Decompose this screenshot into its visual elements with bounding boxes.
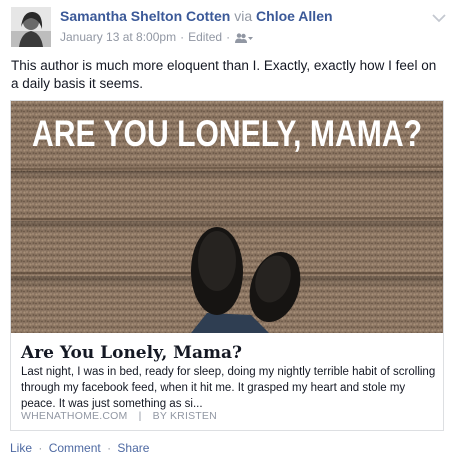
action-separator: · (38, 441, 43, 455)
feed-post: Samantha Shelton Cotten via Chloe Allen … (0, 0, 456, 464)
share-link[interactable]: Share (117, 441, 149, 455)
action-separator: · (107, 441, 112, 455)
post-meta: January 13 at 8:00pm · Edited · (60, 30, 254, 44)
chevron-down-icon[interactable] (432, 10, 446, 23)
link-byline[interactable]: BY KRISTEN (153, 410, 217, 422)
post-header: Samantha Shelton Cotten via Chloe Allen (60, 8, 333, 24)
link-description: Last night, I was in bed, ready for slee… (21, 366, 436, 410)
comment-link[interactable]: Comment (49, 441, 101, 455)
like-link[interactable]: Like (10, 441, 32, 455)
author-avatar[interactable] (11, 7, 51, 47)
link-title[interactable]: Are You Lonely, Mama? (21, 343, 242, 363)
via-name-link[interactable]: Chloe Allen (256, 8, 333, 24)
source-separator: | (138, 410, 142, 422)
post-timestamp[interactable]: January 13 at 8:00pm (60, 30, 176, 44)
via-label: via (234, 8, 253, 24)
link-preview-card[interactable]: ARE YOU LONELY, MAMA? Are You Lonely, Ma… (10, 100, 444, 431)
post-actions: Like · Comment · Share (10, 441, 149, 455)
link-domain: WHENATHOME.COM (21, 410, 128, 422)
author-name-link[interactable]: Samantha Shelton Cotten (60, 8, 230, 24)
friends-icon[interactable] (235, 32, 254, 43)
link-preview-image[interactable]: ARE YOU LONELY, MAMA? (11, 101, 443, 333)
meta-separator: · (180, 30, 185, 44)
link-source: WHENATHOME.COM | BY KRISTEN (21, 410, 217, 422)
post-message: This author is much more eloquent than I… (11, 58, 437, 91)
edited-label[interactable]: Edited (188, 30, 222, 44)
meta-separator: · (226, 30, 231, 44)
image-headline-text: ARE YOU LONELY, MAMA? (32, 113, 422, 154)
